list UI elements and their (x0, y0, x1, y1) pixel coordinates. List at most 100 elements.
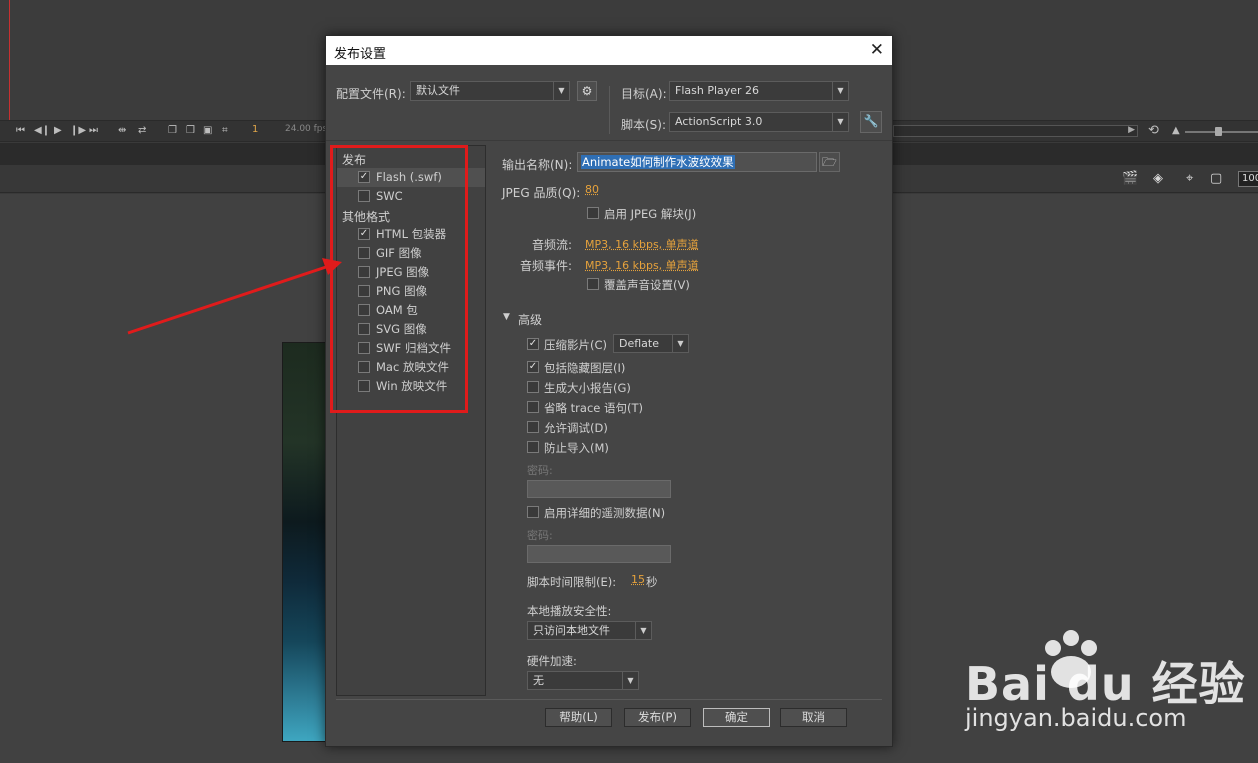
list-item-jpeg[interactable]: JPEG 图像 (337, 263, 485, 282)
close-icon[interactable]: ✕ (870, 40, 884, 60)
checkbox-permit-debug[interactable] (527, 421, 539, 433)
list-item-swc[interactable]: SWC (337, 187, 485, 206)
password-label: 密码: (527, 464, 553, 477)
list-item-html[interactable]: ✓ HTML 包装器 (337, 225, 485, 244)
compress-dropdown[interactable]: Deflate ▼ (613, 334, 689, 353)
checkbox-flash[interactable]: ✓ (358, 171, 370, 183)
script-time-limit-value[interactable]: 15 (631, 573, 645, 586)
onion-outline-icon[interactable]: ❒ (186, 124, 195, 138)
checkbox-oam[interactable] (358, 304, 370, 316)
modify-markers-icon[interactable]: ⌗ (222, 124, 228, 138)
symbol-icon[interactable]: ◈ (1153, 171, 1163, 186)
output-name-label: 输出名称(N): (502, 158, 573, 172)
cancel-button[interactable]: 取消 (780, 708, 847, 727)
override-sound-label: 覆盖声音设置(V) (604, 278, 690, 292)
checkbox-jpeg-deblock[interactable] (587, 207, 599, 219)
last-frame-icon[interactable]: ⏭ (89, 124, 98, 138)
rotate-icon[interactable]: ⟲ (1148, 124, 1159, 138)
list-item-label: SWC (376, 189, 403, 203)
target-label: 目标(A): (621, 87, 667, 101)
list-item-svg[interactable]: SVG 图像 (337, 320, 485, 339)
hardware-accel-dropdown[interactable]: 无 ▼ (527, 671, 639, 690)
telemetry-label: 启用详细的遥测数据(N) (544, 506, 666, 520)
divider (326, 140, 892, 141)
hardware-accel-value: 无 (533, 674, 544, 687)
step-back-icon[interactable]: ◀❙ (34, 124, 50, 138)
protect-import-label: 防止导入(M) (544, 441, 609, 455)
list-item-flash[interactable]: ✓ Flash (.swf) (337, 168, 485, 187)
script-label: 脚本(S): (621, 118, 667, 132)
list-item-png[interactable]: PNG 图像 (337, 282, 485, 301)
list-item-label: PNG 图像 (376, 284, 428, 298)
compress-value: Deflate (619, 337, 659, 350)
list-item-swf-archive[interactable]: SWF 归档文件 (337, 339, 485, 358)
checkbox-size-report[interactable] (527, 381, 539, 393)
checkbox-win-projector[interactable] (358, 380, 370, 392)
profile-dropdown[interactable]: 默认文件 ▼ (410, 81, 570, 101)
timeline-scrollbar[interactable]: ▶ (893, 125, 1138, 137)
ok-button[interactable]: 确定 (703, 708, 770, 727)
timeline-zoom-knob[interactable] (1215, 127, 1222, 136)
password-input[interactable] (527, 480, 671, 498)
checkbox-gif[interactable] (358, 247, 370, 259)
local-playback-dropdown[interactable]: 只访问本地文件 ▼ (527, 621, 652, 640)
folder-icon[interactable]: 🗁 (819, 152, 840, 172)
audio-event-value[interactable]: MP3, 16 kbps, 单声道 (585, 257, 699, 273)
checkbox-mac-projector[interactable] (358, 361, 370, 373)
collapse-triangle-icon[interactable]: ▼ (503, 312, 510, 322)
current-frame[interactable]: 1 (252, 124, 258, 135)
playhead[interactable] (9, 0, 10, 120)
onion-skin-icon[interactable]: ❐ (168, 124, 177, 138)
checkbox-swc[interactable] (358, 190, 370, 202)
checkbox-swf-archive[interactable] (358, 342, 370, 354)
publish-button[interactable]: 发布(P) (624, 708, 691, 727)
dialog-title: 发布设置 (334, 47, 387, 62)
telemetry-password-input[interactable] (527, 545, 671, 563)
list-item-label: Win 放映文件 (376, 379, 448, 393)
output-name-value: Animate如何制作水波纹效果 (581, 155, 735, 169)
local-playback-value: 只访问本地文件 (533, 624, 610, 637)
clapper-icon[interactable]: 🎬 (1122, 171, 1138, 186)
crosshair-icon[interactable]: ⌖ (1186, 171, 1193, 186)
wrench-icon[interactable]: 🔧 (860, 111, 882, 133)
checkbox-telemetry[interactable] (527, 506, 539, 518)
center-frame-icon[interactable]: ⇹ (118, 124, 126, 138)
list-item-label: SWF 归档文件 (376, 341, 451, 355)
checkbox-include-hidden[interactable]: ✓ (527, 361, 539, 373)
script-time-limit-label: 脚本时间限制(E): (527, 575, 617, 589)
scroll-right-icon[interactable]: ▶ (1128, 125, 1135, 135)
list-item-win-projector[interactable]: Win 放映文件 (337, 377, 485, 396)
step-forward-icon[interactable]: ❙▶ (70, 124, 86, 138)
frame-rate[interactable]: 24.00 fps (285, 124, 327, 134)
checkbox-override-sound[interactable] (587, 278, 599, 290)
list-item-gif[interactable]: GIF 图像 (337, 244, 485, 263)
mountain-small-icon[interactable]: ▲ (1172, 124, 1180, 138)
compress-label: 压缩影片(C) (544, 338, 608, 352)
zoom-field[interactable]: 100 (1238, 171, 1258, 187)
jpeg-quality-value[interactable]: 80 (585, 183, 599, 196)
checkbox-html[interactable]: ✓ (358, 228, 370, 240)
checkbox-omit-trace[interactable] (527, 401, 539, 413)
checkbox-jpeg[interactable] (358, 266, 370, 278)
clip-icon[interactable]: ▢ (1210, 171, 1222, 186)
output-name-input[interactable]: Animate如何制作水波纹效果 (577, 152, 817, 172)
script-dropdown[interactable]: ActionScript 3.0 ▼ (669, 112, 849, 132)
list-item-label: Flash (.swf) (376, 170, 442, 184)
list-item-oam[interactable]: OAM 包 (337, 301, 485, 320)
audio-stream-value[interactable]: MP3, 16 kbps, 单声道 (585, 236, 699, 252)
gear-icon[interactable]: ⚙ (577, 81, 597, 101)
play-icon[interactable]: ▶ (54, 124, 62, 138)
chevron-down-icon: ▼ (672, 335, 688, 352)
help-button[interactable]: 帮助(L) (545, 708, 612, 727)
checkbox-protect-import[interactable] (527, 441, 539, 453)
first-frame-icon[interactable]: ⏮ (16, 124, 25, 138)
checkbox-png[interactable] (358, 285, 370, 297)
checkbox-svg[interactable] (358, 323, 370, 335)
loop-icon[interactable]: ⇄ (138, 124, 146, 138)
local-playback-label: 本地播放安全性: (527, 604, 612, 618)
list-item-label: JPEG 图像 (376, 265, 430, 279)
target-dropdown[interactable]: Flash Player 26 ▼ (669, 81, 849, 101)
edit-multiple-icon[interactable]: ▣ (203, 124, 212, 138)
checkbox-compress[interactable]: ✓ (527, 338, 539, 350)
list-item-mac-projector[interactable]: Mac 放映文件 (337, 358, 485, 377)
